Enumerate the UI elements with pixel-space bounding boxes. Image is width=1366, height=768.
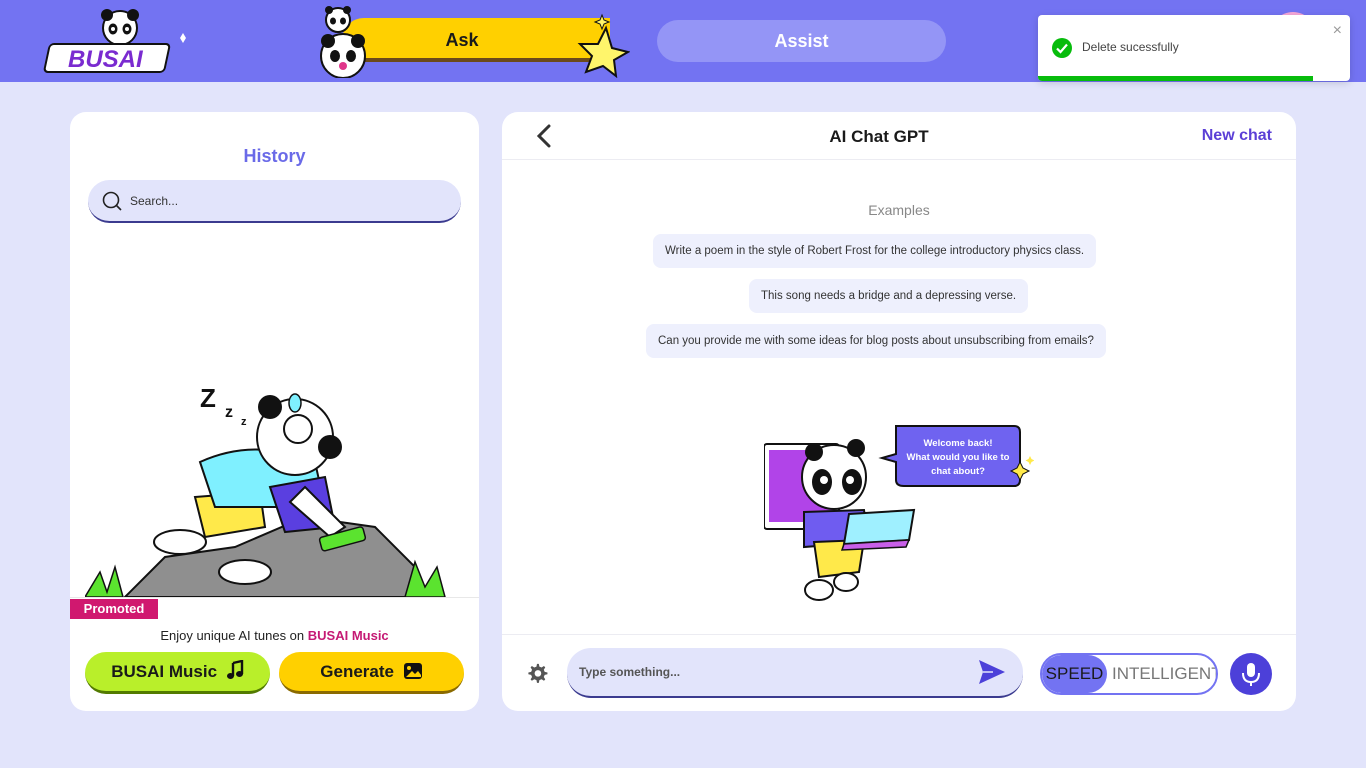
mode-toggle: SPEED INTELLIGENT: [1040, 653, 1218, 695]
search-icon: [102, 191, 122, 211]
mode-speed-option[interactable]: SPEED: [1042, 655, 1107, 693]
chat-title: AI Chat GPT: [829, 127, 929, 146]
history-panel: History Z z z Promo: [70, 112, 479, 711]
welcome-panda-illustration: Welcome back! What would you like to cha…: [764, 425, 1034, 601]
bubble-line-1: Welcome back!: [924, 438, 993, 449]
search-input[interactable]: [130, 180, 450, 221]
ask-button[interactable]: Ask: [318, 6, 630, 78]
examples-title: Examples: [868, 202, 930, 218]
bubble-line-3: chat about?: [931, 466, 985, 477]
toast-progress-bar: [1038, 76, 1313, 81]
gear-icon[interactable]: [526, 662, 548, 684]
ask-panda-decoration: [320, 6, 630, 78]
example-prompt[interactable]: Can you provide me with some ideas for b…: [646, 324, 1106, 358]
message-box: [567, 648, 1023, 698]
close-icon[interactable]: ×: [1333, 21, 1342, 41]
promoted-badge: Promoted: [70, 599, 158, 619]
example-prompt[interactable]: Write a poem in the style of Robert Fros…: [653, 234, 1097, 268]
new-chat-button[interactable]: New chat: [1202, 127, 1272, 145]
sleeping-panda-illustration: Z z z: [85, 383, 446, 597]
promo-divider: [70, 597, 479, 598]
generate-button-label: Generate: [320, 662, 394, 681]
assist-button[interactable]: Assist: [657, 20, 946, 62]
toast-message: Delete sucessfully: [1082, 40, 1179, 54]
logo-wordmark: BUSAI: [68, 46, 144, 73]
bubble-line-2: What would you like to: [907, 452, 1010, 463]
history-title: History: [243, 146, 306, 166]
busai-logo[interactable]: BUSAI: [40, 6, 195, 76]
chat-panel: AI Chat GPT New chat Examples Write a po…: [502, 112, 1296, 711]
promo-text-prefix: Enjoy unique AI tunes on: [160, 628, 308, 643]
history-search: [88, 180, 461, 223]
busai-music-button[interactable]: BUSAI Music: [85, 652, 270, 694]
toast-notification: Delete sucessfully ×: [1038, 15, 1350, 81]
music-note-icon: [226, 660, 243, 679]
busai-music-link[interactable]: BUSAI Music: [308, 628, 389, 643]
send-icon[interactable]: [977, 658, 1007, 686]
promo-text: Enjoy unique AI tunes on BUSAI Music: [70, 628, 479, 643]
image-icon: [403, 663, 422, 679]
generate-button[interactable]: Generate: [279, 652, 464, 694]
chat-header: AI Chat GPT New chat: [502, 112, 1296, 160]
example-prompt[interactable]: This song needs a bridge and a depressin…: [749, 279, 1029, 313]
busai-music-button-label: BUSAI Music: [111, 662, 218, 681]
chat-input-bar: SPEED INTELLIGENT: [502, 634, 1296, 711]
svg-text:z: z: [241, 416, 247, 428]
check-icon: [1052, 38, 1072, 58]
svg-text:z: z: [225, 404, 233, 421]
mic-icon: [1242, 663, 1260, 686]
mode-intelligent-option[interactable]: INTELLIGENT: [1112, 655, 1216, 693]
svg-text:Z: Z: [200, 383, 216, 413]
message-input[interactable]: [579, 648, 969, 696]
microphone-button[interactable]: [1230, 653, 1272, 695]
